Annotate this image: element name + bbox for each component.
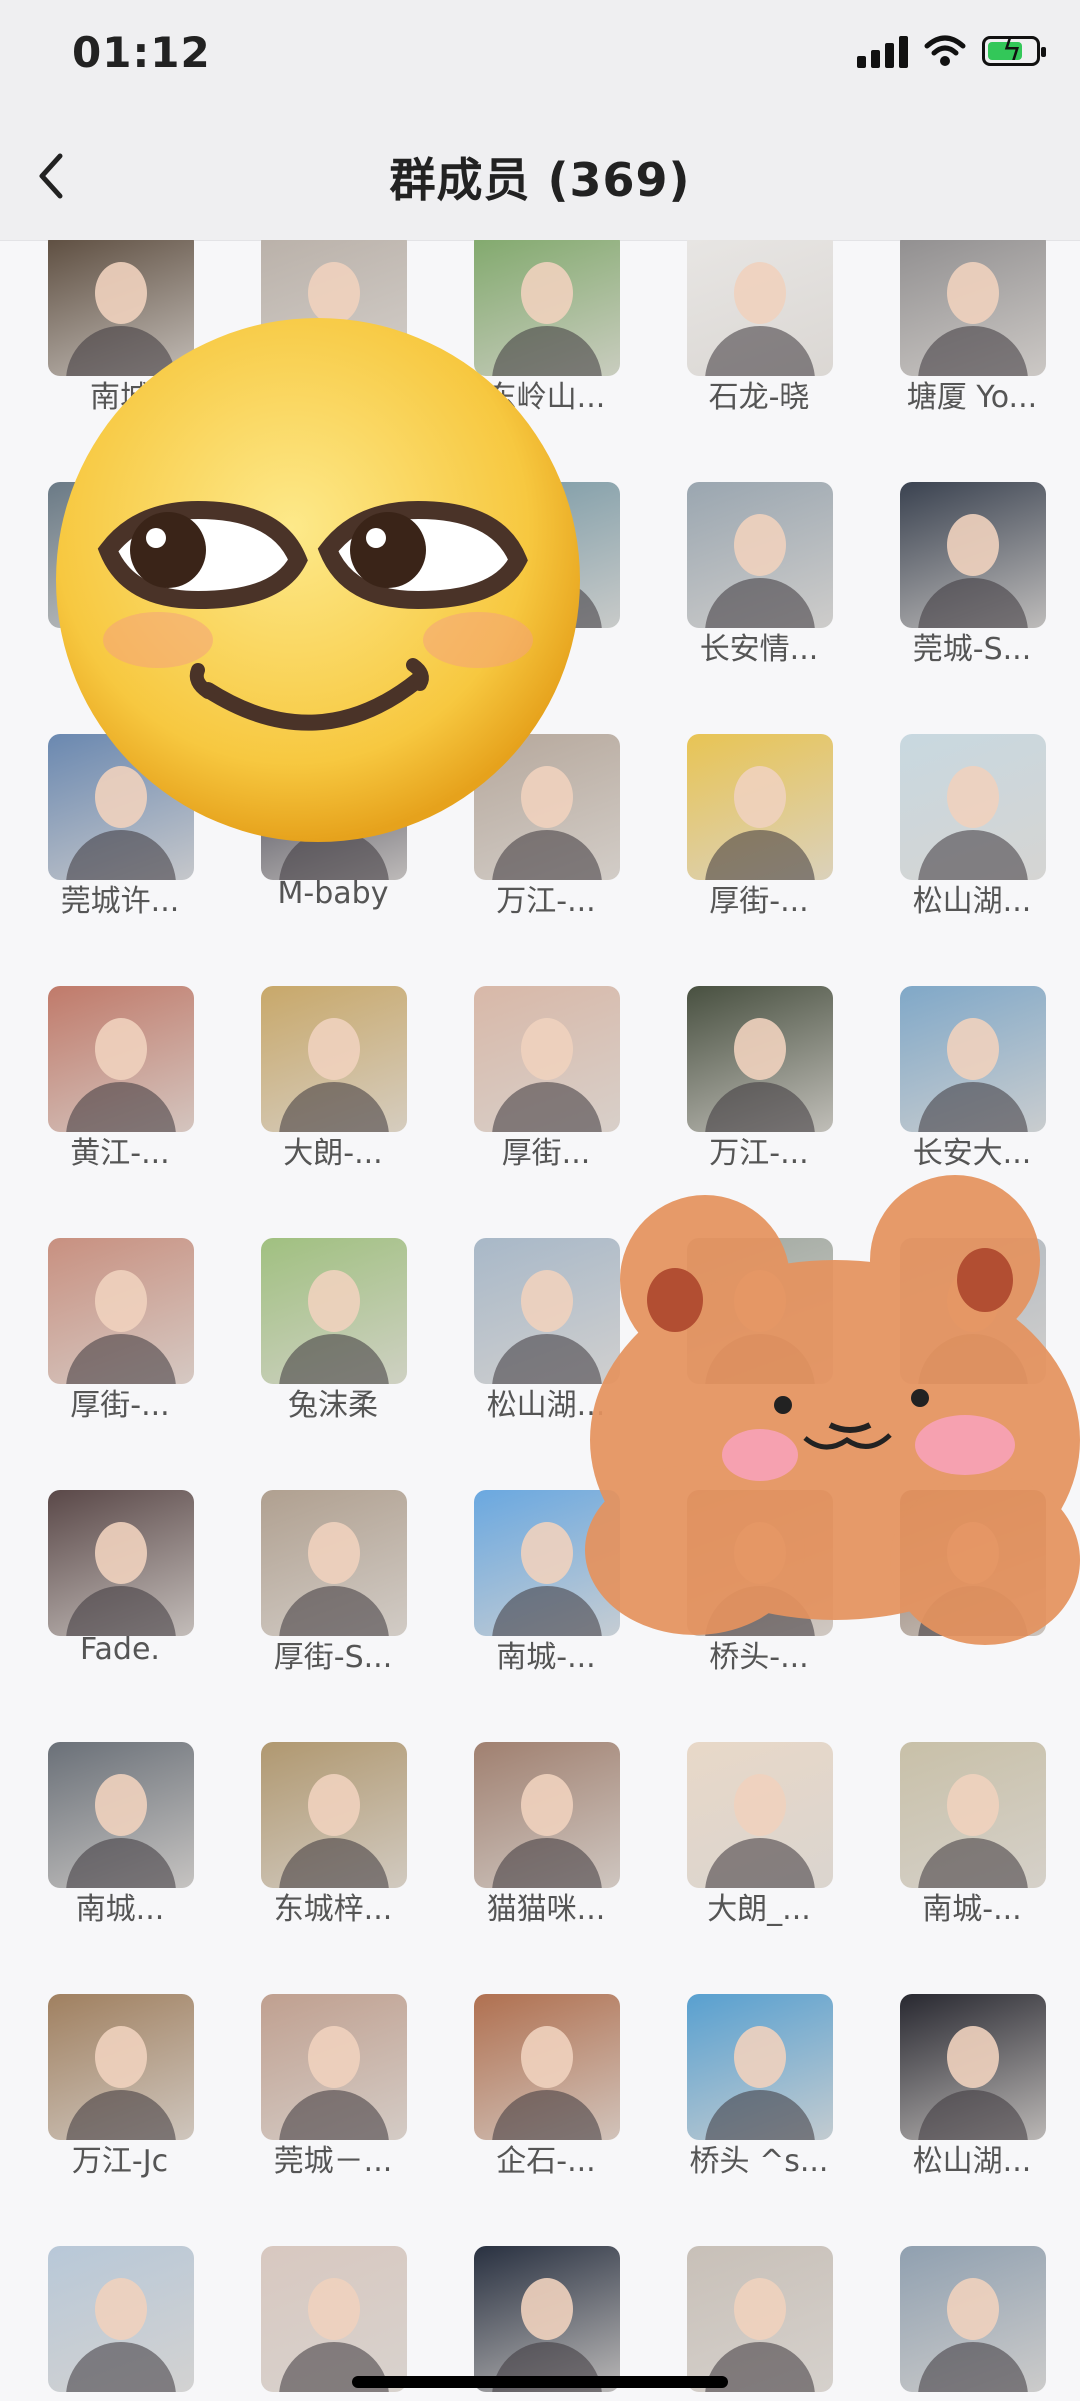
member-avatar[interactable] — [261, 1490, 407, 1636]
member-item[interactable] — [30, 2246, 210, 2401]
member-item[interactable]: 长安情... — [669, 482, 849, 722]
member-name: 南城... — [75, 1892, 165, 1927]
member-name: 黄江-... — [70, 1136, 170, 1171]
member-name: 万江-... — [496, 884, 596, 919]
signal-icon — [857, 34, 908, 68]
member-item[interactable]: 厚街-... — [669, 734, 849, 974]
member-name: 塘厦 Yo... — [906, 380, 1038, 415]
member-avatar[interactable] — [474, 1994, 620, 2140]
battery-icon: ϟ — [982, 33, 1046, 68]
status-time: 01:12 — [72, 28, 211, 77]
member-name: 莞城-S... — [912, 632, 1032, 667]
member-name: 厚街-S... — [273, 1640, 393, 1675]
member-item[interactable]: 厚街-... — [30, 1238, 210, 1478]
member-item[interactable]: 松山湖... — [882, 1994, 1062, 2234]
member-name: 猫猫咪... — [486, 1892, 606, 1927]
member-name: 企石-... — [496, 2144, 596, 2179]
member-avatar[interactable] — [261, 1742, 407, 1888]
member-avatar[interactable] — [261, 986, 407, 1132]
member-item[interactable]: 大朗-... — [243, 986, 423, 1226]
member-item[interactable]: 石龙-晓 — [669, 240, 849, 470]
member-name: M-baby — [277, 876, 389, 911]
member-avatar[interactable] — [261, 1238, 407, 1384]
member-avatar[interactable] — [48, 2246, 194, 2392]
member-avatar[interactable] — [687, 2246, 833, 2392]
crayon-bear-icon — [585, 1175, 1080, 1645]
smug-smiley-icon — [56, 318, 580, 842]
member-avatar[interactable] — [687, 734, 833, 880]
member-avatar[interactable] — [687, 1742, 833, 1888]
member-item[interactable]: 桥头 ^s... — [669, 1994, 849, 2234]
member-avatar[interactable] — [900, 1742, 1046, 1888]
member-avatar[interactable] — [900, 1994, 1046, 2140]
member-name: 莞城－... — [273, 2144, 393, 2179]
nav-bar: 群成员 (369) — [0, 110, 1080, 240]
member-item[interactable]: 莞城-S... — [882, 482, 1062, 722]
member-item[interactable]: 东城梓... — [243, 1742, 423, 1982]
member-name: 大朗-... — [283, 1136, 383, 1171]
member-item[interactable]: 松山湖... — [882, 734, 1062, 974]
member-name: 万江-Jc — [71, 2144, 169, 2179]
member-name: 莞城许... — [60, 884, 180, 919]
member-name: 兔沫柔 — [288, 1388, 378, 1423]
member-name: 松山湖... — [912, 884, 1032, 919]
member-name: Fade. — [80, 1632, 160, 1667]
member-avatar[interactable] — [474, 986, 620, 1132]
member-item[interactable]: 塘厦 Yo... — [882, 240, 1062, 470]
member-name: 松山湖... — [912, 2144, 1032, 2179]
member-name: 万江-... — [709, 1136, 809, 1171]
member-item[interactable]: 万江-Jc — [30, 1994, 210, 2234]
member-name: 厚街-... — [70, 1388, 170, 1423]
member-avatar[interactable] — [261, 2246, 407, 2392]
member-name: 桥头 ^s... — [689, 2144, 829, 2179]
member-name: 南城-... — [922, 1892, 1022, 1927]
member-name: 石龙-晓 — [708, 380, 810, 415]
member-avatar[interactable] — [474, 1742, 620, 1888]
member-avatar[interactable] — [48, 986, 194, 1132]
member-item[interactable]: 南城-... — [882, 1742, 1062, 1982]
member-item[interactable]: 莞城－... — [243, 1994, 423, 2234]
member-avatar[interactable] — [48, 1742, 194, 1888]
member-avatar[interactable] — [900, 734, 1046, 880]
member-avatar[interactable] — [687, 240, 833, 376]
member-avatar[interactable] — [687, 1994, 833, 2140]
member-name: 厚街-... — [709, 884, 809, 919]
member-item[interactable] — [882, 2246, 1062, 2401]
wifi-icon — [924, 35, 966, 66]
status-icons: ϟ — [857, 33, 1046, 68]
member-avatar[interactable] — [261, 1994, 407, 2140]
member-name: 东城梓... — [273, 1892, 393, 1927]
member-name: 大朗_... — [707, 1892, 811, 1927]
member-avatar[interactable] — [900, 240, 1046, 376]
member-avatar[interactable] — [900, 2246, 1046, 2392]
member-avatar[interactable] — [687, 482, 833, 628]
member-item[interactable]: 企石-... — [456, 1994, 636, 2234]
member-name: 厚街... — [501, 1136, 591, 1171]
page-title: 群成员 (369) — [389, 153, 691, 207]
home-indicator — [352, 2376, 728, 2388]
member-avatar[interactable] — [48, 1238, 194, 1384]
member-name: 长安情... — [699, 632, 819, 667]
member-item[interactable]: Fade. — [30, 1490, 210, 1730]
member-name: 长安大... — [912, 1136, 1032, 1171]
member-avatar[interactable] — [474, 2246, 620, 2392]
member-avatar[interactable] — [900, 482, 1046, 628]
member-item[interactable]: 黄江-... — [30, 986, 210, 1226]
status-bar: 01:12 ϟ — [0, 0, 1080, 110]
member-item[interactable]: 猫猫咪... — [456, 1742, 636, 1982]
member-item[interactable]: 兔沫柔 — [243, 1238, 423, 1478]
member-item[interactable]: 厚街-S... — [243, 1490, 423, 1730]
member-avatar[interactable] — [900, 986, 1046, 1132]
member-avatar[interactable] — [48, 1994, 194, 2140]
member-item[interactable]: 大朗_... — [669, 1742, 849, 1982]
member-avatar[interactable] — [687, 986, 833, 1132]
member-item[interactable]: 南城... — [30, 1742, 210, 1982]
member-avatar[interactable] — [48, 1490, 194, 1636]
